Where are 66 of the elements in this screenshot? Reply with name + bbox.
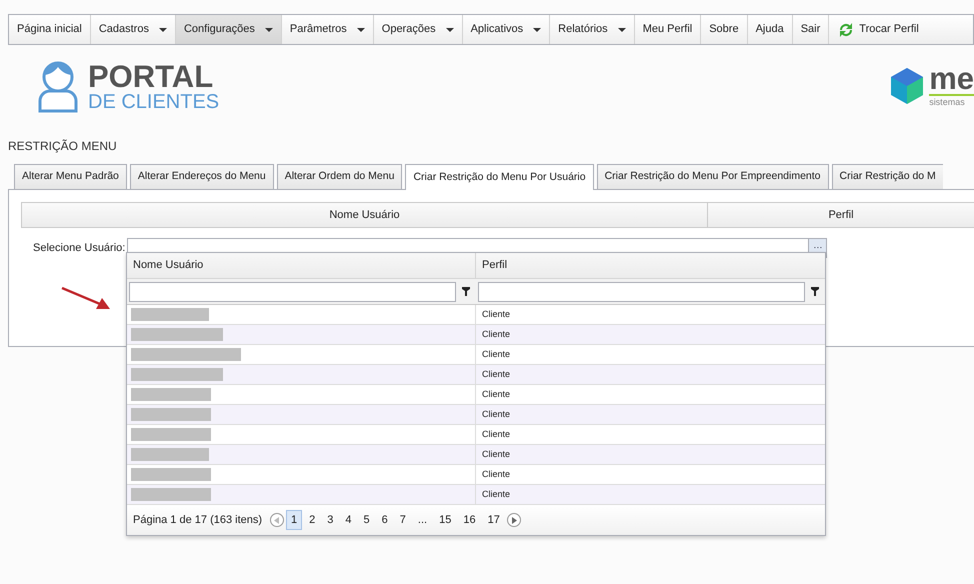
page-link[interactable]: 1: [286, 510, 302, 530]
menu-item[interactable]: Parâmetros: [282, 15, 374, 44]
logo-subtitle: DE CLIENTES: [88, 92, 220, 112]
tab[interactable]: Alterar Endereços do Menu: [130, 164, 274, 189]
triangle-icon: [274, 516, 280, 524]
menu-item[interactable]: Configurações: [176, 15, 282, 44]
menu-item[interactable]: Trocar Perfil: [829, 15, 919, 44]
page-link[interactable]: 4: [340, 510, 357, 530]
column-header: Perfil: [827, 208, 855, 222]
annotation-arrow: [62, 286, 110, 309]
menu-item[interactable]: Operações: [374, 15, 463, 44]
table-cell-text: Cliente: [482, 428, 510, 441]
menu-item[interactable]: Sair: [792, 15, 830, 44]
menu-item[interactable]: Página inicial: [9, 15, 91, 44]
menu-item[interactable]: Sobre: [701, 15, 748, 44]
page-link[interactable]: 16: [458, 510, 481, 530]
tab[interactable]: Criar Restrição do Menu Por Usuário: [405, 164, 594, 190]
menu-item[interactable]: Meu Perfil: [634, 15, 702, 44]
page-link[interactable]: 17: [482, 510, 505, 530]
table-cell-text: Cliente: [482, 488, 510, 501]
caret-icon: [618, 28, 626, 32]
triangle-icon: [510, 516, 517, 524]
page-link[interactable]: 2: [304, 510, 320, 530]
tab[interactable]: Alterar Menu Padrão: [14, 164, 127, 189]
caret-icon: [158, 28, 167, 32]
page-link[interactable]: 15: [434, 510, 456, 530]
menu-item[interactable]: Relatórios: [550, 15, 635, 44]
filter-icon[interactable]: [462, 287, 470, 296]
page-link[interactable]: 5: [358, 510, 375, 530]
pager-summary: Página 1 de 17 (163 itens): [133, 512, 262, 528]
brand-logo-text: me: [929, 62, 974, 94]
page-link[interactable]: ...: [412, 510, 432, 530]
page-link[interactable]: 6: [376, 510, 393, 530]
table-cell-text: Cliente: [482, 408, 510, 421]
table-cell-text: Cliente: [482, 468, 510, 481]
table-cell-text: Cliente: [482, 328, 510, 341]
filter-field[interactable]: [129, 282, 456, 302]
caret-icon: [446, 28, 454, 32]
tab[interactable]: Criar Restrição do Menu Por Empreendimento: [596, 164, 829, 189]
tab[interactable]: Alterar Ordem do Menu: [276, 164, 402, 189]
tab[interactable]: Criar Restrição do M: [832, 164, 943, 189]
page-link[interactable]: 7: [394, 510, 411, 530]
logo-title: PORTAL: [88, 60, 214, 92]
filter-field[interactable]: [478, 282, 805, 302]
table-cell-text: Cliente: [482, 368, 510, 381]
user-avatar-icon: [36, 59, 80, 113]
menu-item[interactable]: Aplicativos: [462, 15, 550, 44]
column-header: Nome Usuário: [127, 253, 476, 278]
caret-icon: [356, 28, 365, 32]
table-cell-text: Cliente: [482, 308, 510, 321]
field-label: Selecione Usuário:: [33, 240, 126, 256]
page-link[interactable]: 3: [322, 510, 338, 530]
table-cell-text: Cliente: [482, 348, 510, 361]
column-header: Perfil: [481, 258, 508, 274]
cube-logo-icon: [889, 66, 926, 106]
brand-logo-subtitle: sistemas: [929, 94, 974, 110]
previous-page-button[interactable]: [270, 513, 284, 527]
table-cell-text: Cliente: [482, 448, 510, 461]
menu-item[interactable]: Ajuda: [748, 15, 793, 44]
page-title: RESTRIÇÃO MENU: [8, 138, 118, 155]
next-page-button[interactable]: [506, 513, 521, 527]
filter-icon[interactable]: [811, 287, 819, 296]
caret-icon: [533, 28, 542, 32]
table-cell-text: Cliente: [482, 388, 510, 401]
caret-icon: [264, 28, 273, 32]
column-header: Nome Usuário: [22, 202, 708, 227]
